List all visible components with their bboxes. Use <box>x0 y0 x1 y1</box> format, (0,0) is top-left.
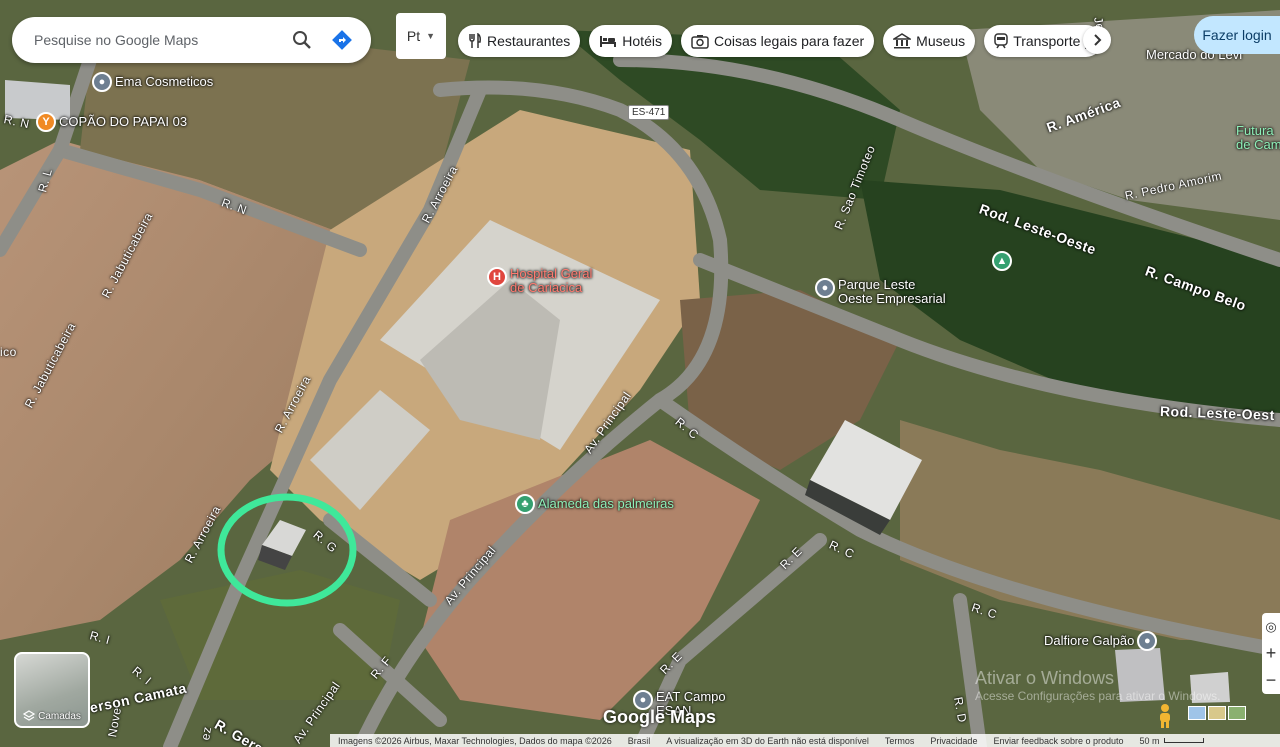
poi-label: COPÃO DO PAPAI 03 <box>59 114 188 129</box>
windows-activation-watermark: Ativar o Windows Acesse Configurações pa… <box>975 668 1220 703</box>
thumbnail-sky[interactable] <box>1188 706 1206 720</box>
layers-label: Camadas <box>38 710 81 722</box>
poi-copao-do-papai[interactable]: Y COPÃO DO PAPAI 03 <box>36 112 187 132</box>
chip-label: Hotéis <box>622 33 662 49</box>
poi-label: Parque Leste Oeste Empresarial <box>838 277 946 306</box>
login-button[interactable]: Fazer login <box>1194 16 1280 54</box>
poi-label: Ema Cosmeticos <box>115 74 214 89</box>
search-box[interactable]: Pesquise no Google Maps <box>12 17 371 63</box>
chip-museus[interactable]: Museus <box>883 25 976 57</box>
directions-icon[interactable] <box>327 25 357 55</box>
cocktail-icon: Y <box>36 112 56 132</box>
chevron-down-icon: ▼ <box>426 31 436 41</box>
chip-label: Coisas legais para fazer <box>713 33 865 49</box>
search-input[interactable]: Pesquise no Google Maps <box>34 32 277 48</box>
layers-button[interactable]: Camadas <box>14 652 90 728</box>
language-selector[interactable]: Pt ▼ <box>396 13 446 59</box>
poi-dalfiore-galpao[interactable]: Dalfiore Galpão ● <box>1044 631 1158 651</box>
thumbnail-sand[interactable] <box>1208 706 1226 720</box>
chip-label: Museus <box>916 33 966 49</box>
poi-label: Hospital Geral de Cariacica <box>510 266 593 295</box>
train-icon <box>994 33 1008 49</box>
satellite-map[interactable]: R. N R. L R. N R. Jabuticabeira R. Jabut… <box>0 0 1280 747</box>
country-link[interactable]: Brasil <box>628 736 651 746</box>
compass-icon[interactable]: ◎ <box>1262 613 1280 640</box>
scale-label: 50 m <box>1139 735 1160 746</box>
bed-icon <box>600 36 617 47</box>
chip-label: Transporte p <box>1013 33 1093 49</box>
poi-label: Alameda das palmeiras <box>538 496 674 511</box>
pegman-icon[interactable] <box>1155 703 1175 729</box>
chip-restaurantes[interactable]: Restaurantes <box>458 25 581 57</box>
map-pin-icon: ● <box>92 72 112 92</box>
camera-icon <box>691 34 709 49</box>
poi-label: Dalfiore Galpão <box>1044 633 1135 648</box>
3d-notice: A visualização em 3D do Earth não está d… <box>666 735 869 746</box>
poi-tree[interactable]: ▲ <box>992 251 1012 271</box>
feedback-link[interactable]: Enviar feedback sobre o produto <box>993 736 1123 746</box>
watermark-line1: Ativar o Windows <box>975 668 1115 688</box>
hospital-icon: H <box>487 267 507 287</box>
chip-hoteis[interactable]: Hotéis <box>589 25 672 57</box>
zoom-in-button[interactable]: + <box>1262 640 1280 667</box>
chevron-right-icon[interactable] <box>1083 26 1111 54</box>
map-pin-icon: ● <box>815 278 835 298</box>
search-icon[interactable] <box>287 25 317 55</box>
poi-label: Futura de Campo <box>1236 123 1280 152</box>
chip-coisas-legais[interactable]: Coisas legais para fazer <box>680 25 875 57</box>
highway-shield: ES-471 <box>628 105 670 120</box>
chip-label: Restaurantes <box>487 33 571 49</box>
fork-knife-icon <box>469 33 481 48</box>
poi-parque-leste-oeste[interactable]: ● Parque Leste Oeste Empresarial <box>815 278 946 306</box>
thumbnail-grass[interactable] <box>1228 706 1246 720</box>
layers-icon <box>23 710 36 721</box>
google-maps-logo: Google Maps <box>603 707 717 727</box>
park-icon: ♣ <box>515 494 535 514</box>
poi-hospital-geral[interactable]: H Hospital Geral de Cariacica <box>487 267 592 295</box>
language-label: Pt <box>406 28 421 44</box>
category-chips: Restaurantes Hotéis Coisas legais para f… <box>458 25 1103 57</box>
terms-link[interactable]: Termos <box>885 736 915 746</box>
map-pin-icon: ● <box>1137 631 1158 651</box>
layers-label-row: Camadas <box>16 710 88 722</box>
road-label: ico <box>0 345 17 359</box>
road-label: ez <box>198 725 215 742</box>
zoom-out-button[interactable]: − <box>1262 667 1280 694</box>
privacy-link[interactable]: Privacidade <box>930 736 977 746</box>
scale-bar-line <box>1163 738 1204 743</box>
museum-icon <box>893 33 912 49</box>
map-controls: ◎ + − <box>1262 613 1280 694</box>
poi-alameda-das-palmeiras[interactable]: ♣ Alameda das palmeiras <box>515 494 674 514</box>
imagery-thumbnails[interactable] <box>1188 706 1246 720</box>
attribution-text: Imagens ©2026 Airbus, Maxar Technologies… <box>338 735 612 746</box>
map-footer: Imagens ©2026 Airbus, Maxar Technologies… <box>330 734 1280 747</box>
watermark-line2: Acesse Configurações para ativar o Windo… <box>975 689 1221 703</box>
scale-bar[interactable]: 50 m <box>1140 736 1204 746</box>
tree-icon: ▲ <box>992 251 1012 271</box>
poi-futura-de-campo[interactable]: Futura de Campo <box>1236 124 1280 152</box>
poi-ema-cosmeticos[interactable]: ● Ema Cosmeticos <box>92 72 213 92</box>
